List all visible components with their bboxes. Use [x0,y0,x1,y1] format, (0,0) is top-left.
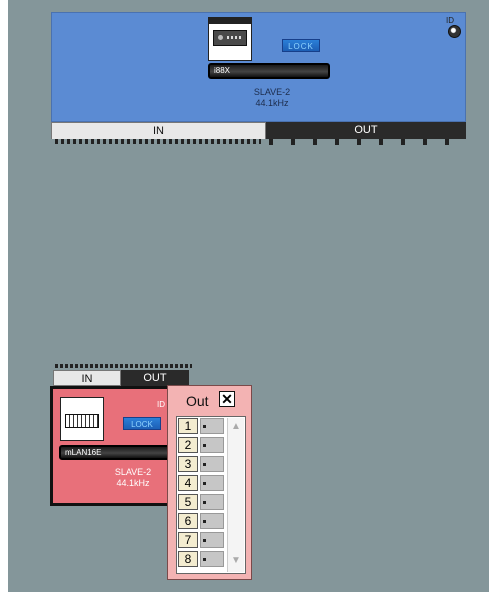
close-icon[interactable]: ✕ [219,391,235,407]
channel-slot[interactable] [200,418,224,434]
channel-row[interactable]: 8 [177,550,225,568]
device-panel[interactable]: LOCK i88X SLAVE-2 44.1kHz ID [51,12,466,122]
vertical-scrollbar[interactable]: ▲ ▼ [227,418,244,572]
device-i88x[interactable]: LOCK i88X SLAVE-2 44.1kHz ID IN OUT [51,12,466,150]
sync-mode: SLAVE-2 [253,87,291,97]
tab-in[interactable]: IN [51,122,266,139]
input-connector-pins[interactable] [55,139,261,144]
keyboard-device-icon [60,397,104,441]
id-label: ID [157,400,165,409]
id-control[interactable]: ID [446,16,465,38]
channel-number[interactable]: 1 [178,418,198,434]
channel-row[interactable]: 3 [177,455,225,473]
channel-slot[interactable] [200,475,224,491]
channel-slot[interactable] [200,532,224,548]
channel-row[interactable]: 4 [177,474,225,492]
channel-number[interactable]: 7 [178,532,198,548]
channel-number[interactable]: 2 [178,437,198,453]
channel-number[interactable]: 6 [178,513,198,529]
input-connector-pins[interactable] [55,364,192,368]
device-status: SLAVE-2 44.1kHz [93,467,173,489]
channel-slot[interactable] [200,456,224,472]
output-connector-pins[interactable] [269,139,464,145]
sample-rate: 44.1kHz [116,478,150,488]
device-name-bar: i88X [208,63,330,79]
channel-slot[interactable] [200,494,224,510]
tab-out[interactable]: OUT [121,370,189,386]
device-name-bar: mLAN16E [59,445,179,460]
id-knob-icon[interactable] [448,25,461,38]
channel-number[interactable]: 4 [178,475,198,491]
lock-indicator: LOCK [123,417,161,430]
popup-title: Out [186,393,209,409]
scroll-down-icon[interactable]: ▼ [229,554,243,568]
channel-row[interactable]: 1 [177,417,225,435]
channel-slot[interactable] [200,437,224,453]
channel-row[interactable]: 2 [177,436,225,454]
sample-rate: 44.1kHz [255,98,289,108]
channel-number[interactable]: 8 [178,551,198,567]
channel-slot[interactable] [200,513,224,529]
device-status: SLAVE-2 44.1kHz [232,87,312,109]
channel-row[interactable]: 6 [177,512,225,530]
channel-row[interactable]: 7 [177,531,225,549]
tab-out[interactable]: OUT [266,122,466,139]
channel-number[interactable]: 5 [178,494,198,510]
output-channel-popup[interactable]: Out ✕ 1 2 3 4 5 6 7 8 ▲ ▼ [167,385,252,580]
tab-in[interactable]: IN [53,370,121,386]
scroll-up-icon[interactable]: ▲ [229,420,243,434]
channel-number[interactable]: 3 [178,456,198,472]
channel-slot[interactable] [200,551,224,567]
id-label: ID [446,16,454,25]
device-image-icon [208,17,252,61]
channel-list[interactable]: 1 2 3 4 5 6 7 8 ▲ ▼ [176,416,246,574]
id-control[interactable]: ID [157,400,165,409]
sync-mode: SLAVE-2 [114,467,152,477]
lock-indicator: LOCK [282,39,320,52]
channel-row[interactable]: 5 [177,493,225,511]
